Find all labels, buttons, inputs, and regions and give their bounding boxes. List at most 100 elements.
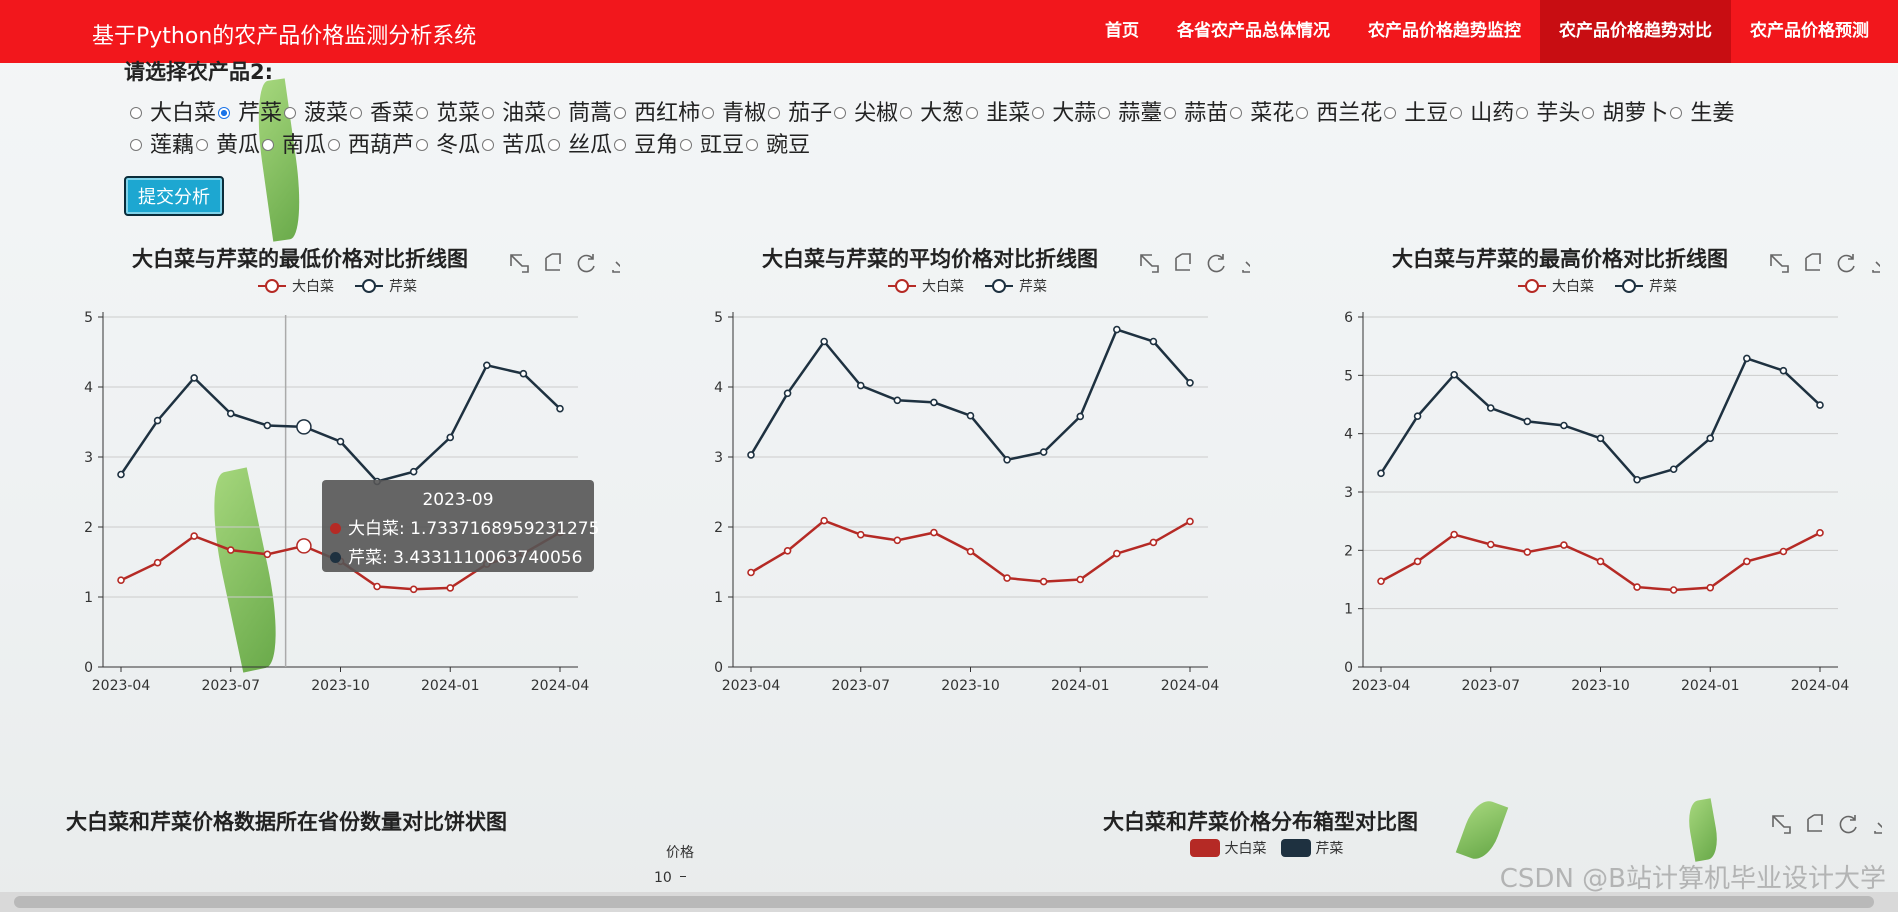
submit-analysis-button[interactable]: 提交分析: [124, 176, 224, 216]
radio-button[interactable]: [768, 107, 781, 119]
data-point[interactable]: [446, 433, 455, 442]
product-option-0[interactable]: 大白菜: [130, 98, 216, 130]
data-point[interactable]: [1413, 412, 1422, 420]
nav-item-2[interactable]: 农产品价格趋势监控: [1349, 0, 1540, 63]
radio-button[interactable]: [1164, 107, 1177, 119]
product-option-25[interactable]: 南瓜: [262, 130, 326, 162]
radio-button[interactable]: [416, 139, 429, 151]
data-point[interactable]: [747, 451, 755, 459]
product-option-17[interactable]: 西兰花: [1296, 98, 1382, 130]
data-point[interactable]: [409, 585, 418, 594]
scrollbar-thumb[interactable]: [14, 896, 1874, 908]
data-point[interactable]: [1596, 557, 1605, 566]
radio-button[interactable]: [1450, 107, 1463, 119]
data-point[interactable]: [1486, 404, 1495, 412]
refresh-icon[interactable]: [577, 254, 595, 273]
radio-button[interactable]: [548, 107, 561, 119]
data-point[interactable]: [1743, 557, 1751, 566]
data-point[interactable]: [1706, 583, 1715, 592]
data-point[interactable]: [373, 582, 381, 591]
radio-button[interactable]: [900, 107, 913, 119]
radio-button[interactable]: [1384, 107, 1397, 119]
data-point[interactable]: [856, 381, 865, 390]
product-option-31[interactable]: 豇豆: [680, 130, 744, 162]
legend-item-1[interactable]: 芹菜: [985, 279, 1047, 295]
data-point[interactable]: [1779, 366, 1788, 375]
data-point[interactable]: [1377, 577, 1385, 586]
product-option-18[interactable]: 土豆: [1384, 98, 1448, 130]
data-point[interactable]: [226, 409, 235, 418]
data-point[interactable]: [1003, 574, 1011, 582]
product-option-11[interactable]: 大葱: [900, 98, 964, 130]
radio-button[interactable]: [614, 107, 627, 119]
legend-item-1[interactable]: 芹菜: [355, 279, 417, 295]
data-point[interactable]: [409, 467, 418, 476]
data-point[interactable]: [893, 536, 902, 545]
radio-button[interactable]: [350, 107, 363, 119]
data-point[interactable]: [1413, 557, 1422, 566]
radio-button[interactable]: [482, 107, 495, 119]
data-point[interactable]: [1596, 434, 1605, 443]
radio-button[interactable]: [548, 139, 561, 151]
product-option-26[interactable]: 西葫芦: [328, 130, 414, 162]
data-point[interactable]: [1816, 529, 1824, 537]
product-option-5[interactable]: 油菜: [482, 98, 546, 130]
product-option-20[interactable]: 芋头: [1516, 98, 1580, 130]
data-point[interactable]: [1186, 379, 1194, 387]
radio-button[interactable]: [1296, 107, 1309, 119]
download-icon[interactable]: [1242, 255, 1260, 273]
product-option-4[interactable]: 苋菜: [416, 98, 480, 130]
nav-item-4[interactable]: 农产品价格预测: [1731, 0, 1888, 63]
data-point[interactable]: [893, 396, 902, 405]
radio-button[interactable]: [130, 107, 142, 119]
radio-button[interactable]: [1230, 107, 1243, 119]
refresh-icon[interactable]: [1207, 254, 1225, 273]
data-point[interactable]: [1149, 538, 1158, 547]
data-point[interactable]: [1186, 517, 1194, 526]
radio-button[interactable]: [834, 107, 847, 119]
legend-item-1[interactable]: 芹菜: [1615, 279, 1677, 295]
data-point[interactable]: [1450, 370, 1458, 379]
data-point[interactable]: [117, 470, 125, 479]
data-point[interactable]: [1743, 354, 1751, 363]
radio-button[interactable]: [1032, 107, 1045, 119]
data-point[interactable]: [1076, 412, 1085, 421]
radio-button[interactable]: [218, 107, 231, 119]
data-point[interactable]: [1113, 325, 1121, 334]
data-point[interactable]: [930, 528, 938, 537]
data-point[interactable]: [556, 404, 564, 413]
data-point[interactable]: [747, 568, 755, 577]
radio-button[interactable]: [1670, 107, 1683, 119]
data-point[interactable]: [1039, 577, 1048, 586]
data-point[interactable]: [1560, 421, 1568, 430]
product-option-3[interactable]: 香菜: [350, 98, 414, 130]
download-icon[interactable]: [1874, 816, 1892, 834]
data-point[interactable]: [783, 389, 792, 398]
radio-button[interactable]: [482, 139, 495, 151]
product-option-32[interactable]: 豌豆: [746, 130, 810, 162]
data-point[interactable]: [1003, 456, 1011, 464]
zoom-icon[interactable]: [510, 254, 529, 273]
radio-button[interactable]: [262, 139, 275, 151]
product-option-28[interactable]: 苦瓜: [482, 130, 546, 162]
zoom-icon[interactable]: [1770, 254, 1789, 273]
data-point[interactable]: [1377, 469, 1385, 478]
product-option-14[interactable]: 蒜薹: [1098, 98, 1162, 130]
product-option-21[interactable]: 胡萝卜: [1582, 98, 1668, 130]
nav-item-3[interactable]: 农产品价格趋势对比: [1540, 0, 1731, 63]
data-point[interactable]: [1486, 540, 1495, 549]
data-point[interactable]: [153, 416, 162, 425]
product-option-8[interactable]: 青椒: [702, 98, 766, 130]
data-point[interactable]: [153, 558, 162, 567]
radio-button[interactable]: [130, 139, 142, 151]
data-point[interactable]: [820, 516, 828, 525]
radio-button[interactable]: [328, 139, 341, 151]
data-point[interactable]: [1779, 547, 1788, 556]
data-point[interactable]: [483, 361, 491, 370]
radio-button[interactable]: [1516, 107, 1529, 119]
data-point[interactable]: [1523, 548, 1532, 556]
radio-button[interactable]: [680, 139, 693, 151]
product-option-16[interactable]: 菜花: [1230, 98, 1294, 130]
legend-item-0[interactable]: 大白菜: [258, 279, 334, 295]
product-option-19[interactable]: 山药: [1450, 98, 1514, 130]
